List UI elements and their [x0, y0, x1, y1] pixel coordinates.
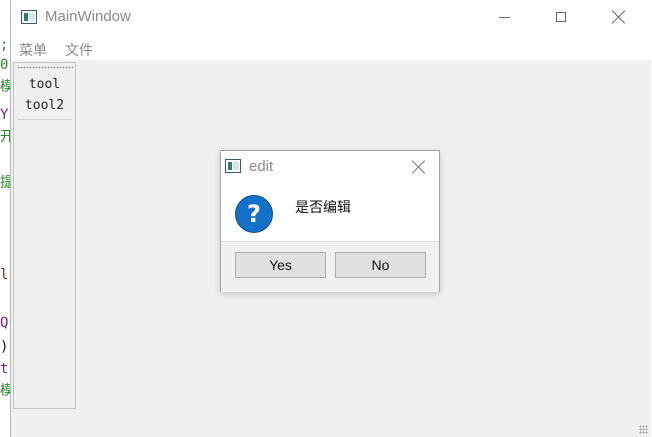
minimize-icon [498, 16, 510, 18]
toolbar: tool tool2 [13, 62, 76, 409]
main-titlebar[interactable]: MainWindow [11, 0, 651, 34]
dialog-titlebar[interactable]: edit [221, 151, 439, 181]
menubar: 菜单 文件 [11, 34, 651, 60]
code-fragment: Y [0, 107, 9, 123]
menu-item-file[interactable]: 文件 [65, 40, 93, 60]
close-icon [412, 160, 426, 174]
background-code-editor: ; 0 模 Y 开 提 l Q ) t 模 [0, 0, 14, 437]
code-fragment: t [0, 361, 9, 377]
no-button[interactable]: No [335, 252, 426, 278]
dialog-close-button[interactable] [405, 157, 433, 177]
toolbar-grip-handle[interactable] [17, 66, 73, 69]
menu-item-menu[interactable]: 菜单 [19, 40, 47, 60]
dialog-button-bar: Yes No [221, 241, 439, 292]
edit-dialog: edit ? 是否编辑 Yes No [220, 150, 440, 292]
code-fragment: Q [0, 315, 9, 331]
maximize-icon [556, 12, 566, 22]
toolbar-separator [17, 119, 72, 120]
code-fragment: ) [0, 339, 9, 355]
app-window-icon [21, 10, 37, 24]
code-fragment: 0 [0, 57, 9, 73]
toolbar-button-tool2[interactable]: tool2 [14, 98, 75, 113]
yes-button[interactable]: Yes [235, 252, 326, 278]
code-fragment: l [0, 267, 9, 283]
dialog-title: edit [249, 158, 274, 175]
close-icon [612, 10, 626, 24]
close-button[interactable] [596, 0, 642, 34]
window-title: MainWindow [45, 8, 131, 25]
dialog-window-icon [225, 159, 241, 173]
maximize-button[interactable] [538, 0, 584, 34]
code-fragment: ; [0, 37, 9, 53]
resize-grip-handle[interactable] [639, 425, 648, 434]
dialog-message: 是否编辑 [295, 200, 351, 216]
minimize-button[interactable] [481, 0, 527, 34]
question-icon: ? [235, 195, 273, 233]
toolbar-button-tool[interactable]: tool [14, 77, 75, 92]
